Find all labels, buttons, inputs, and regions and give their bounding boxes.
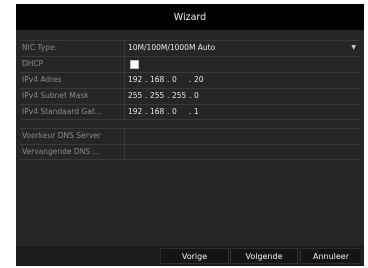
ip-dot: .	[167, 75, 170, 84]
dhcp-row: DHCP	[20, 56, 359, 72]
gateway-input[interactable]: 192 . 168 . 0 . 1	[128, 107, 218, 117]
ip-dot: .	[167, 107, 170, 116]
button-bar: Vorige Volgende Annuleer	[16, 246, 364, 266]
subnet-mask-row: IPv4 Subnet Mask 255 . 255 . 255 . 0	[20, 88, 359, 104]
column-divider	[124, 41, 125, 56]
dhcp-label: DHCP	[22, 59, 44, 68]
ip-dot: .	[189, 91, 192, 100]
ip-dot: .	[189, 107, 192, 116]
ipv4-address-label: IPv4 Adres	[22, 75, 62, 84]
ip-octet-3: 0	[172, 75, 177, 84]
dns-preferred-label: Voorkeur DNS Server	[22, 131, 101, 140]
column-divider	[124, 105, 125, 119]
ipv4-address-row: IPv4 Adres 192 . 168 . 0 . 20	[20, 72, 359, 88]
column-divider	[124, 57, 125, 72]
ip-octet-4: 0	[194, 91, 199, 100]
ip-octet-4: 20	[194, 75, 204, 84]
ip-octet-1: 192	[128, 75, 143, 84]
gateway-label: IPv4 Standaard Gat...	[22, 107, 102, 116]
wizard-window: Wizard NIC Type: 10M/100M/1000M Auto ▼ D…	[16, 4, 364, 266]
nic-type-select[interactable]: 10M/100M/1000M Auto	[128, 43, 215, 52]
chevron-down-icon[interactable]: ▼	[351, 44, 356, 51]
nic-type-row[interactable]: NIC Type: 10M/100M/1000M Auto ▼	[20, 40, 359, 56]
ip-dot: .	[145, 75, 148, 84]
ip-dot: .	[167, 91, 170, 100]
ip-dot: .	[189, 75, 192, 84]
dhcp-checkbox[interactable]	[130, 60, 139, 69]
ip-octet-2: 168	[150, 107, 165, 116]
subnet-mask-input[interactable]: 255 . 255 . 255 . 0	[128, 91, 218, 101]
dns-preferred-input[interactable]	[128, 131, 328, 141]
ip-octet-4: 1	[194, 107, 199, 116]
dns-alternate-input[interactable]	[128, 147, 328, 157]
nic-type-label: NIC Type:	[22, 43, 58, 52]
subnet-mask-label: IPv4 Subnet Mask	[22, 91, 89, 100]
next-button[interactable]: Volgende	[230, 248, 298, 264]
ip-dot: .	[145, 107, 148, 116]
cancel-button[interactable]: Annuleer	[300, 248, 362, 264]
column-divider	[124, 129, 125, 144]
ipv4-address-input[interactable]: 192 . 168 . 0 . 20	[128, 75, 218, 85]
previous-button[interactable]: Vorige	[160, 248, 229, 264]
gateway-row: IPv4 Standaard Gat... 192 . 168 . 0 . 1	[20, 104, 359, 120]
ip-octet-1: 255	[128, 91, 143, 100]
column-divider	[124, 145, 125, 159]
column-divider	[124, 73, 125, 88]
window-title: Wizard	[16, 4, 364, 30]
ip-octet-3: 255	[172, 91, 187, 100]
ip-octet-2: 255	[150, 91, 165, 100]
ip-octet-1: 192	[128, 107, 143, 116]
dns-preferred-row: Voorkeur DNS Server	[20, 128, 359, 144]
column-divider	[124, 89, 125, 104]
dns-alternate-row: Vervangende DNS ...	[20, 144, 359, 160]
ip-octet-2: 168	[150, 75, 165, 84]
dns-alternate-label: Vervangende DNS ...	[22, 147, 100, 156]
ip-dot: .	[145, 91, 148, 100]
ip-octet-3: 0	[172, 107, 177, 116]
